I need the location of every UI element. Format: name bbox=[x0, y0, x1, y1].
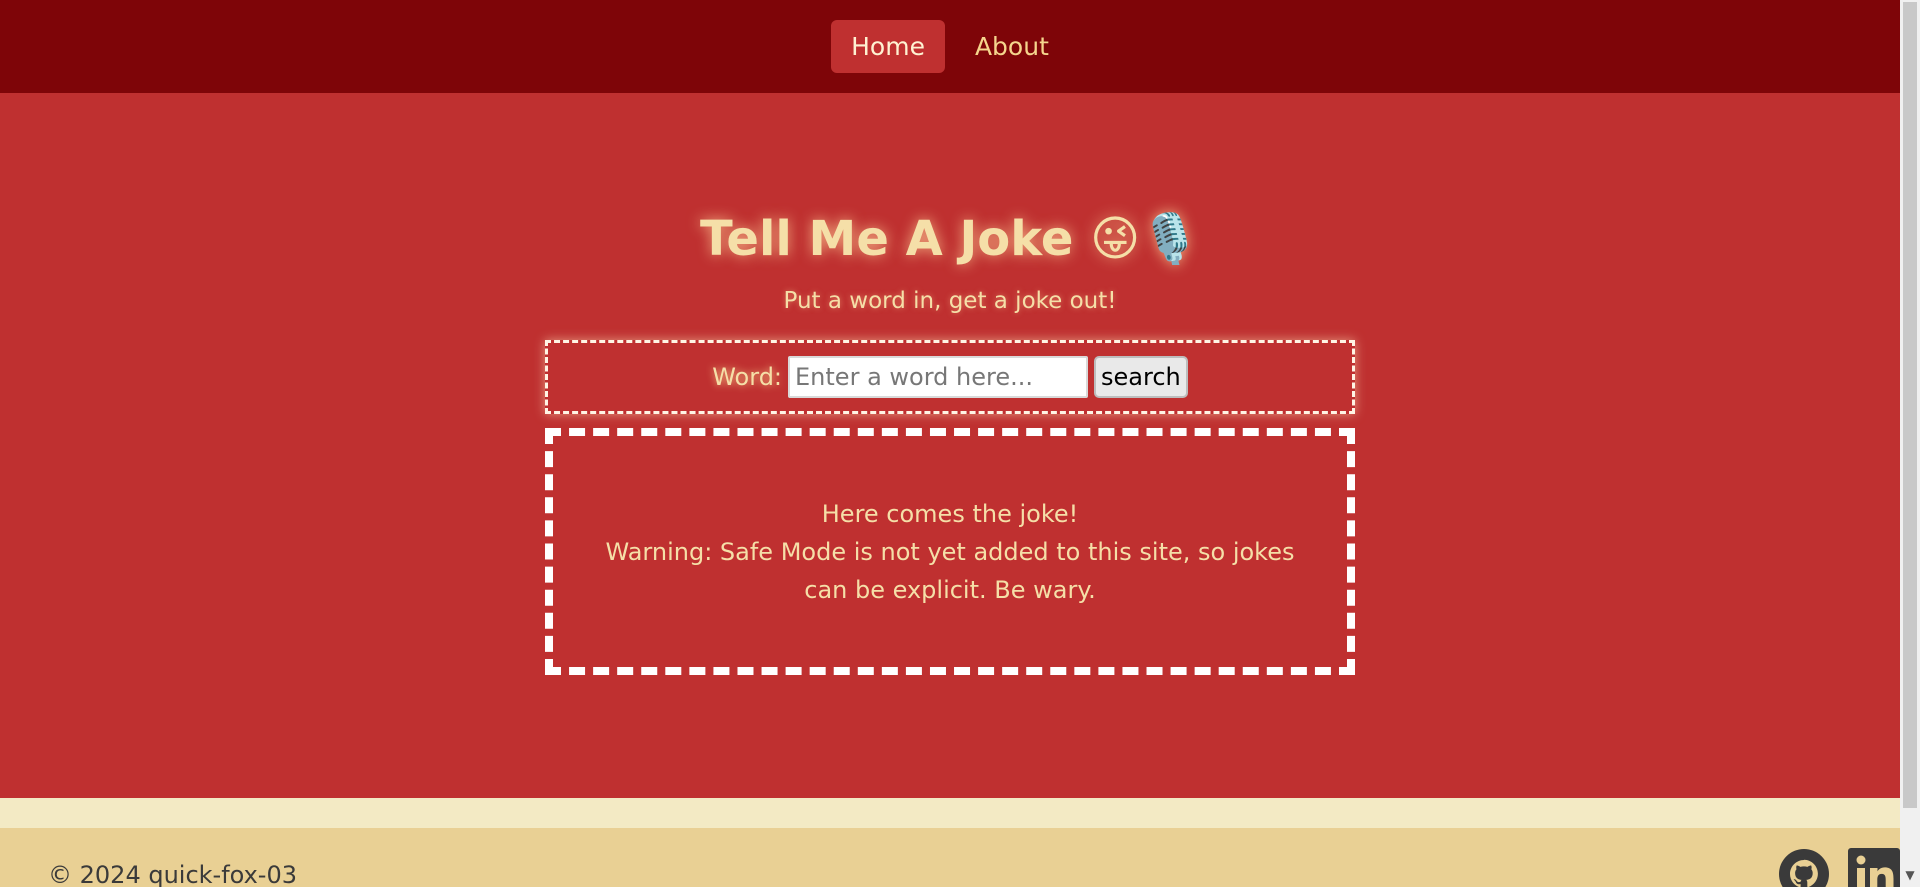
word-label: Word: bbox=[712, 363, 783, 391]
linkedin-icon[interactable] bbox=[1848, 848, 1900, 887]
scrollbar-thumb[interactable] bbox=[1903, 2, 1917, 808]
github-icon[interactable] bbox=[1778, 848, 1830, 887]
joke-output-box: Here comes the joke! Warning: Safe Mode … bbox=[545, 428, 1355, 675]
search-button[interactable]: search bbox=[1094, 356, 1188, 398]
page-title: Tell Me A Joke 😜🎙️ bbox=[700, 211, 1200, 267]
search-form: Word: search bbox=[545, 340, 1355, 414]
main-section: Tell Me A Joke 😜🎙️ Put a word in, get a … bbox=[0, 93, 1900, 798]
copyright-text: © 2024 quick-fox-03 bbox=[48, 861, 297, 887]
nav-item-home[interactable]: Home bbox=[831, 20, 945, 73]
footer-divider-strip bbox=[0, 798, 1900, 828]
joke-warning-text: Warning: Safe Mode is not yet added to t… bbox=[605, 537, 1295, 604]
top-navbar: Home About bbox=[0, 0, 1900, 93]
vertical-scrollbar[interactable]: ▼ bbox=[1900, 0, 1920, 887]
nav-item-about[interactable]: About bbox=[955, 20, 1069, 73]
joke-intro-text: Here comes the joke! bbox=[821, 499, 1079, 528]
page-subtitle: Put a word in, get a joke out! bbox=[783, 288, 1117, 314]
page-footer: © 2024 quick-fox-03 bbox=[0, 828, 1900, 887]
scroll-down-arrow-icon[interactable]: ▼ bbox=[1900, 869, 1920, 881]
word-input[interactable] bbox=[788, 356, 1089, 398]
